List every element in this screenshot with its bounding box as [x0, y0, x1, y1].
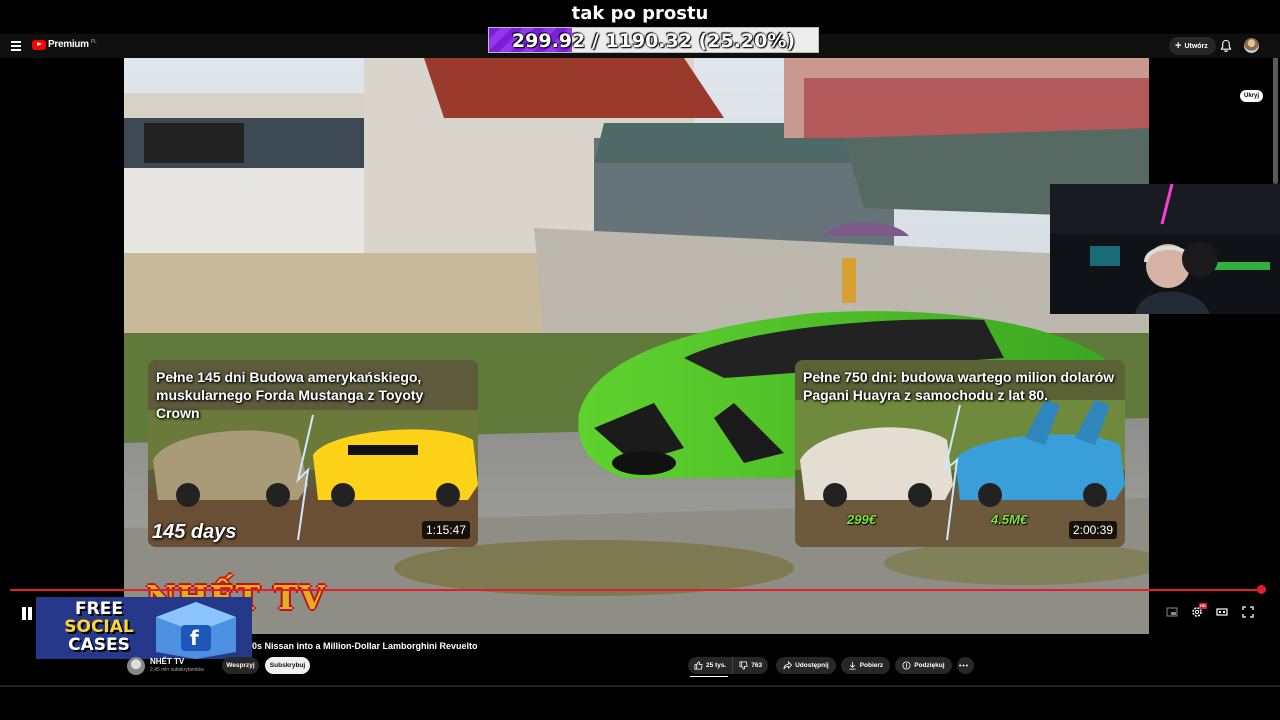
end-screen-video-card-1[interactable]: Pełne 145 dni Budowa amerykańskiego, mus…	[148, 360, 478, 547]
logo-region: PL	[90, 38, 97, 45]
thanks-dollar-icon	[902, 661, 911, 670]
streamer-webcam	[1050, 184, 1280, 314]
webcam-feed	[1050, 184, 1280, 314]
video-progress-bar[interactable]	[10, 589, 1262, 591]
card-1-tag: 145 days	[152, 521, 237, 543]
share-label: Udostępnij	[795, 662, 829, 669]
more-actions-button[interactable]	[956, 657, 974, 674]
subscribe-button[interactable]: Subskrybuj	[265, 657, 310, 674]
fullscreen-icon[interactable]	[1242, 606, 1254, 618]
card-2-duration: 2:00:39	[1068, 521, 1117, 539]
thumbs-up-icon	[694, 661, 703, 670]
like-button[interactable]: 25 tys.	[688, 657, 734, 674]
download-button[interactable]: Pobierz	[840, 657, 891, 674]
dislike-count: 763	[751, 662, 763, 669]
like-dislike-group: 25 tys. 763	[688, 657, 769, 674]
promo-text: FREE SOCIAL CASES	[44, 600, 154, 654]
hd-badge: HD	[1199, 603, 1207, 609]
donation-goal-bar: 299.92 / 1190.32 (25.20%)	[488, 27, 819, 53]
end-screen-video-card-2[interactable]: Pełne 750 dni: budowa wartego milion dol…	[795, 360, 1125, 547]
video-frame	[124, 58, 1149, 634]
hamburger-menu-icon[interactable]	[11, 41, 21, 51]
miniplayer-icon[interactable]	[1166, 606, 1178, 618]
share-button[interactable]: Udostępnij	[776, 657, 836, 674]
card-2-price-left: 299€	[847, 512, 876, 527]
download-label: Pobierz	[859, 662, 884, 669]
video-actions: 25 tys. 763 Udostępnij Pobierz Podziękuj	[688, 657, 979, 674]
card-1-title: Pełne 145 dni Budowa amerykańskiego, mus…	[156, 369, 424, 421]
card-2-price-right: 4.5M€	[991, 512, 1028, 527]
subtitles-toggle-badge[interactable]: Ukryj	[1240, 90, 1264, 102]
promo-line-2: SOCIAL	[64, 617, 134, 637]
promo-line-3: CASES	[68, 635, 130, 655]
dislike-button[interactable]: 763	[733, 657, 768, 674]
stream-overlay-title: tak po prostu	[571, 3, 709, 24]
like-count: 25 tys.	[706, 662, 727, 669]
plus-icon: +	[1175, 39, 1182, 52]
promo-line-1: FREE	[75, 599, 123, 619]
svg-text:f: f	[190, 626, 199, 650]
more-horizontal-icon	[959, 664, 968, 667]
channel-avatar[interactable]	[127, 657, 145, 675]
youtube-premium-logo[interactable]: Premium PL	[32, 39, 97, 50]
share-icon	[783, 661, 793, 670]
pause-icon[interactable]	[21, 607, 33, 620]
channel-subscriber-count: 2,45 mln subskrybentów	[150, 667, 204, 673]
progress-scrubber-handle[interactable]	[1257, 585, 1266, 594]
theater-mode-icon[interactable]	[1216, 606, 1228, 618]
create-button-label: Utwórz	[1184, 42, 1208, 50]
logo-text: Premium	[48, 39, 89, 50]
page-divider	[0, 685, 1280, 687]
user-avatar[interactable]	[1244, 38, 1259, 53]
support-button-label: Wesprzyj	[226, 662, 255, 669]
video-title: 0s Nissan into a Million-Dollar Lamborgh…	[252, 641, 478, 651]
thumbs-down-icon	[739, 661, 748, 670]
donation-goal-text: 299.92 / 1190.32 (25.20%)	[511, 30, 796, 52]
page-scrollbar[interactable]	[1273, 36, 1278, 184]
create-button[interactable]: + Utwórz	[1169, 37, 1216, 55]
thanks-label: Podziękuj	[914, 662, 945, 669]
card-1-duration: 1:15:47	[421, 521, 470, 539]
channel-name[interactable]: NHẾT TV	[150, 657, 184, 666]
notifications-bell-icon[interactable]	[1220, 39, 1232, 53]
support-button[interactable]: Wesprzyj	[222, 657, 259, 674]
like-underline	[690, 676, 728, 677]
thanks-button[interactable]: Podziękuj	[895, 657, 952, 674]
card-2-title: Pełne 750 dni: budowa wartego milion dol…	[803, 369, 1115, 403]
download-icon	[849, 661, 856, 670]
youtube-play-icon	[32, 39, 46, 50]
video-player[interactable]: Pełne 145 dni Budowa amerykańskiego, mus…	[124, 58, 1149, 634]
subscribe-button-label: Subskrybuj	[269, 662, 306, 669]
free-cases-promo-banner: f FREE SOCIAL CASES	[36, 597, 252, 659]
